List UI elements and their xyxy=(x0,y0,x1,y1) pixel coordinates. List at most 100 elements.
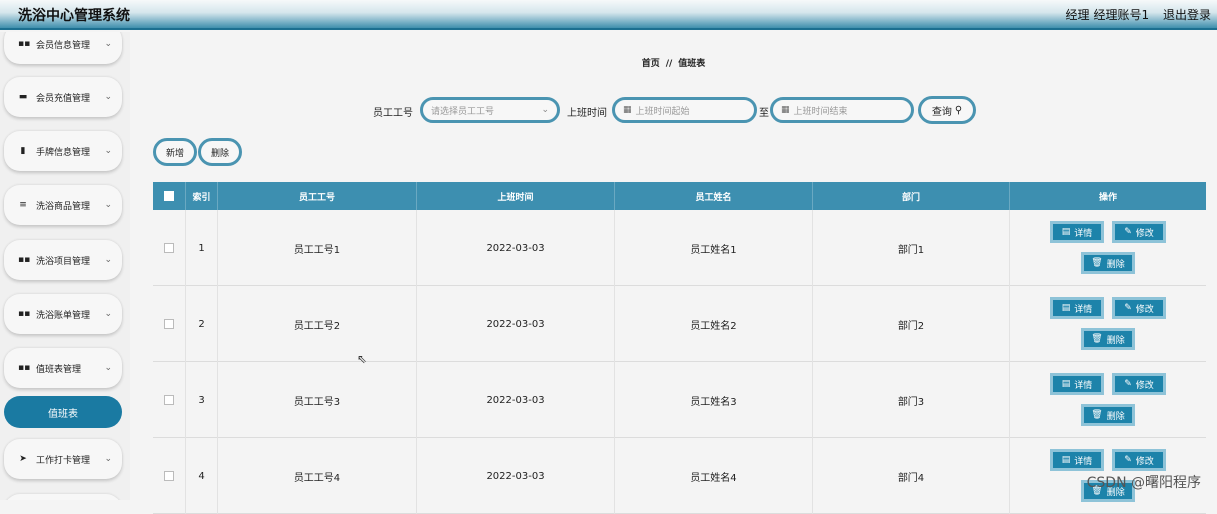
pencil-icon: ✎ xyxy=(1124,303,1132,313)
watermark: CSDN @曙阳程序 xyxy=(1087,472,1201,492)
grid-icon: ▪▪ xyxy=(18,363,28,373)
sidebar-item-bills[interactable]: ▪▪ 洗浴账单管理 ⌄ xyxy=(4,294,122,334)
sidebar-item-goods[interactable]: ≡ 洗浴商品管理 ⌄ xyxy=(4,185,122,225)
edit-button[interactable]: ✎修改 xyxy=(1112,373,1166,395)
row-checkbox[interactable] xyxy=(164,243,174,253)
edit-button[interactable]: ✎修改 xyxy=(1112,449,1166,471)
row-checkbox[interactable] xyxy=(164,471,174,481)
time-label: 上班时间 xyxy=(567,104,607,119)
sidebar-item-member-recharge[interactable]: ▬ 会员充值管理 ⌄ xyxy=(4,77,122,117)
employee-select[interactable]: 请选择员工工号 ⌄ xyxy=(420,97,560,123)
end-time-input[interactable]: ▦ 上班时间结束 xyxy=(770,97,914,123)
mouse-cursor-icon: ⇖ xyxy=(357,352,367,366)
sidebar-item-schedule[interactable]: ▪▪ 值班表管理 ⌄ xyxy=(4,348,122,388)
detail-button[interactable]: ▤详情 xyxy=(1050,221,1104,243)
detail-button[interactable]: ▤详情 xyxy=(1050,297,1104,319)
detail-button[interactable]: ▤详情 xyxy=(1050,449,1104,471)
delete-label: 删除 xyxy=(1107,257,1125,270)
sidebar-item-label: 洗浴账单管理 xyxy=(36,308,104,321)
cell-time: 2022-03-03 xyxy=(417,362,615,438)
add-button[interactable]: 新增 xyxy=(153,138,197,166)
table-row: 2 员工工号2 2022-03-03 员工姓名2 部门2 ▤详情 ✎修改 🗑删除 xyxy=(153,286,1206,362)
end-time-placeholder: 上班时间结束 xyxy=(794,104,848,117)
cell-dept: 部门4 xyxy=(813,438,1010,514)
trash-icon: 🗑 xyxy=(1091,258,1102,268)
sidebar-item-label: 工作打卡管理 xyxy=(36,453,104,466)
sidebar-item-label: 洗浴商品管理 xyxy=(36,199,104,212)
cell-emp-no: 员工工号3 xyxy=(218,362,417,438)
cell-emp-no: 员工工号1 xyxy=(218,210,417,286)
breadcrumb-home[interactable]: 首页 xyxy=(642,59,660,69)
select-all-checkbox[interactable] xyxy=(164,191,174,201)
cell-time: 2022-03-03 xyxy=(417,210,615,286)
edit-button[interactable]: ✎修改 xyxy=(1112,297,1166,319)
table-header: 索引 员工工号 上班时间 员工姓名 部门 操作 xyxy=(153,182,1206,210)
sidebar-item-label: 会员信息管理 xyxy=(36,38,104,51)
delete-button[interactable]: 删除 xyxy=(198,138,242,166)
document-icon: ▤ xyxy=(1062,303,1071,313)
grid-icon: ▪▪ xyxy=(18,39,28,49)
sidebar-item-more[interactable] xyxy=(4,494,122,500)
schedule-table: 索引 员工工号 上班时间 员工姓名 部门 操作 1 员工工号1 2022-03-… xyxy=(153,182,1206,500)
row-select-cell xyxy=(153,438,186,514)
edit-label: 修改 xyxy=(1136,226,1154,239)
cell-time: 2022-03-03 xyxy=(417,286,615,362)
col-emp-no: 员工工号 xyxy=(218,182,417,210)
cell-emp-no: 员工工号4 xyxy=(218,438,417,514)
breadcrumb-current: 值班表 xyxy=(678,59,705,69)
delete-label: 删除 xyxy=(1107,333,1125,346)
start-time-placeholder: 上班时间起始 xyxy=(636,104,690,117)
chevron-down-icon: ⌄ xyxy=(541,105,549,115)
start-time-input[interactable]: ▦ 上班时间起始 xyxy=(612,97,757,123)
logout-link[interactable]: 退出登录 xyxy=(1163,8,1211,22)
document-icon: ▤ xyxy=(1062,379,1071,389)
col-dept: 部门 xyxy=(813,182,1010,210)
clipboard-icon: ▮ xyxy=(18,146,28,156)
user-area: 经理经理账号1 退出登录 xyxy=(1056,6,1212,23)
cell-time: 2022-03-03 xyxy=(417,438,615,514)
cell-index: 3 xyxy=(186,362,218,438)
employee-select-placeholder: 请选择员工工号 xyxy=(431,104,494,117)
cell-ops: ▤详情 ✎ 修改 🗑 删除 xyxy=(1010,210,1206,286)
row-checkbox[interactable] xyxy=(164,319,174,329)
col-name: 员工姓名 xyxy=(615,182,813,210)
query-button[interactable]: 查询 ⚲ xyxy=(918,96,976,124)
employee-label: 员工工号 xyxy=(373,104,413,119)
row-select-cell xyxy=(153,210,186,286)
sidebar-item-checkin[interactable]: ➤ 工作打卡管理 ⌄ xyxy=(4,439,122,479)
edit-label: 修改 xyxy=(1136,454,1154,467)
cell-index: 1 xyxy=(186,210,218,286)
row-select-cell xyxy=(153,362,186,438)
row-delete-button[interactable]: 🗑 删除 xyxy=(1081,328,1135,350)
sidebar-item-label: 值班表管理 xyxy=(36,362,104,375)
sidebar-item-member-info[interactable]: ▪▪ 会员信息管理 ⌄ xyxy=(4,32,122,64)
col-ops: 操作 xyxy=(1010,182,1206,210)
trash-icon: 🗑 xyxy=(1091,410,1102,420)
col-time: 上班时间 xyxy=(417,182,615,210)
row-delete-button[interactable]: 🗑 删除 xyxy=(1081,404,1135,426)
breadcrumb-separator: // xyxy=(666,59,673,69)
detail-button[interactable]: ▤详情 xyxy=(1050,373,1104,395)
trash-icon: 🗑 xyxy=(1091,334,1102,344)
sidebar-item-projects[interactable]: ▪▪ 洗浴项目管理 ⌄ xyxy=(4,240,122,280)
row-checkbox[interactable] xyxy=(164,395,174,405)
query-button-label: 查询 xyxy=(932,103,952,118)
row-delete-button[interactable]: 🗑 删除 xyxy=(1081,252,1135,274)
delete-label: 删除 xyxy=(1107,409,1125,422)
grid-icon: ▪▪ xyxy=(18,309,28,319)
sidebar-item-label: 手牌信息管理 xyxy=(36,145,104,158)
send-icon: ➤ xyxy=(18,454,28,464)
app-title: 洗浴中心管理系统 xyxy=(18,5,130,25)
cell-index: 4 xyxy=(186,438,218,514)
search-icon: ⚲ xyxy=(955,105,962,116)
sidebar-item-handcard[interactable]: ▮ 手牌信息管理 ⌄ xyxy=(4,131,122,171)
edit-label: 修改 xyxy=(1136,378,1154,391)
sidebar-subitem-schedule[interactable]: 值班表 xyxy=(4,396,122,428)
select-all-cell xyxy=(153,182,186,210)
detail-label: 详情 xyxy=(1074,378,1092,391)
detail-label: 详情 xyxy=(1074,226,1092,239)
edit-button[interactable]: ✎ 修改 xyxy=(1112,221,1166,243)
calendar-icon: ▦ xyxy=(623,105,632,115)
pencil-icon: ✎ xyxy=(1124,227,1132,237)
sidebar: ▪▪ 会员信息管理 ⌄ ▬ 会员充值管理 ⌄ ▮ 手牌信息管理 ⌄ ≡ 洗浴商品… xyxy=(0,32,130,500)
